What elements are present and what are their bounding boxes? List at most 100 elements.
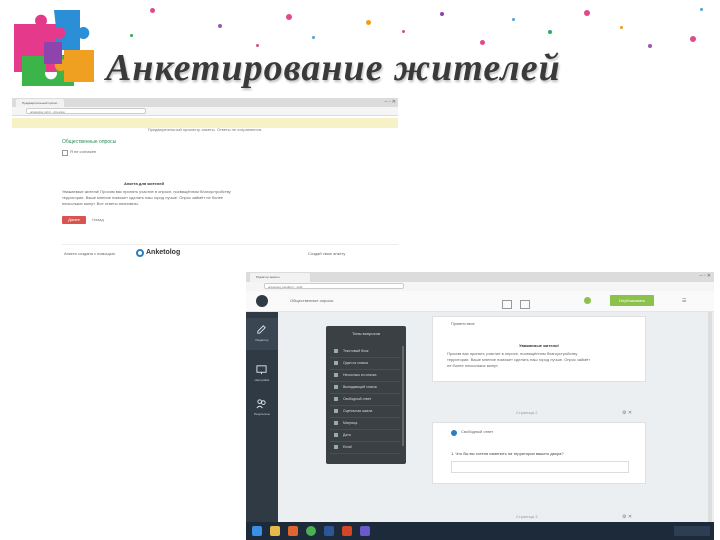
palette-item-label: Выпадающий список — [343, 385, 377, 389]
palette-item[interactable]: Оценочная шкала — [330, 406, 400, 418]
question-type-icon — [334, 421, 338, 426]
url-field[interactable]: anketolog.ru/rs/…/preview — [26, 108, 146, 114]
word-icon[interactable] — [324, 526, 334, 536]
sidebar-item-editor[interactable]: Редактор — [246, 318, 280, 350]
answer-textarea[interactable] — [451, 461, 629, 473]
survey-welcome-heading: Общественные опросы — [62, 139, 117, 145]
page-divider: Страница 3 — [516, 514, 538, 519]
url-text: anketolog.ru/editor/…/edit — [268, 285, 303, 289]
preview-banner: Предварительный просмотр анкеты. Ответы … — [12, 118, 398, 132]
question-type-icon — [334, 409, 338, 414]
toolbar-view-icons[interactable] — [502, 296, 542, 309]
tab-label: Предварительный просм… — [22, 101, 60, 105]
powerpoint-icon[interactable] — [342, 526, 352, 536]
survey-preview-screenshot: Предварительный просм… – ▫ ✕ anketolog.r… — [12, 98, 398, 263]
editor-toolbar: Общественные опросы Опубликовать ☰ — [246, 291, 714, 312]
system-tray[interactable] — [674, 526, 710, 536]
browser-tab[interactable]: Предварительный просм… — [16, 99, 64, 107]
question-text: 1. Что бы вы хотели изменить на территор… — [451, 451, 564, 456]
palette-scrollbar[interactable] — [402, 346, 404, 446]
card-line: не более нескольких минут. — [447, 363, 499, 368]
question-type-icon — [334, 385, 338, 390]
sidebar-item-label: Результаты — [254, 412, 270, 416]
browser-tab[interactable]: Редактор анкеты — [250, 273, 310, 282]
windows-taskbar — [246, 522, 714, 540]
section-heading: Анкета для жителей — [124, 181, 164, 186]
palette-item[interactable]: Выпадающий список — [330, 382, 400, 394]
preview-banner-text: Предварительный просмотр анкеты. Ответы … — [147, 127, 263, 132]
question-type-palette: Типы вопросов Текстовый блок Один из спи… — [326, 326, 406, 464]
explorer-icon[interactable] — [270, 526, 280, 536]
monitor-icon — [256, 365, 267, 375]
survey-editor-screenshot: Редактор анкеты – ▫ ✕ anketolog.ru/edito… — [246, 272, 714, 540]
page-settings-icon[interactable]: ⚙ ✕ — [622, 514, 632, 520]
browser-tab-bar: Предварительный просм… – ▫ ✕ — [12, 98, 398, 107]
palette-item[interactable]: Несколько из списка — [330, 370, 400, 382]
question-type-icon — [334, 433, 338, 438]
palette-item-label: Дата — [343, 433, 351, 437]
slide-title: Анкетирование жителей — [106, 47, 561, 89]
question-type-icon — [334, 361, 338, 366]
palette-item[interactable]: Дата — [330, 430, 400, 442]
puzzle-pieces-logo — [14, 10, 94, 86]
palette-item[interactable]: Матрица — [330, 418, 400, 430]
disagree-checkbox[interactable] — [62, 150, 68, 156]
menu-icon[interactable]: ☰ — [682, 298, 686, 304]
palette-title: Типы вопросов — [352, 331, 380, 336]
palette-item-label: Свободный ответ — [343, 397, 372, 401]
workspace-scrollbar[interactable] — [708, 312, 712, 532]
sidebar-item-label: Редактор — [255, 338, 269, 342]
question-type-icon — [334, 349, 338, 354]
footer-credit: Анкета создана с помощью — [64, 251, 115, 256]
palette-item-label: Один из списка — [343, 361, 368, 365]
palette-item[interactable]: Один из списка — [330, 358, 400, 370]
browser-tab-bar: Редактор анкеты – ▫ ✕ — [246, 272, 714, 282]
people-icon — [256, 399, 266, 409]
palette-item[interactable]: Email — [330, 442, 400, 454]
survey-name-dropdown[interactable]: Общественные опросы — [290, 298, 333, 303]
palette-item-label: Оценочная шкала — [343, 409, 373, 413]
brand-name[interactable]: Anketolog — [146, 249, 180, 256]
sidebar-item-results[interactable]: Результаты — [246, 392, 278, 424]
window-controls-icon[interactable]: – ▫ ✕ — [384, 99, 396, 105]
question-type-icon — [334, 373, 338, 378]
free-answer-question-card[interactable]: Свободный ответ 1. Что бы вы хотели изме… — [432, 422, 646, 484]
palette-item-label: Текстовый блок — [343, 349, 369, 353]
url-field[interactable]: anketolog.ru/editor/…/edit — [264, 283, 404, 289]
next-button[interactable]: Далее — [62, 216, 86, 224]
palette-item-label: Несколько из списка — [343, 373, 377, 377]
card-label: Приветствие — [451, 321, 475, 326]
welcome-text-card[interactable]: Приветствие Уважаемые жители! Просим вас… — [432, 316, 646, 382]
pencil-icon — [257, 325, 266, 334]
card-label: Свободный ответ — [461, 429, 494, 434]
start-button-icon[interactable] — [252, 526, 262, 536]
editor-sidebar: Редактор Настройки Результаты — [246, 312, 280, 532]
app-logo-icon[interactable] — [256, 295, 268, 307]
tab-label: Редактор анкеты — [256, 275, 280, 279]
sidebar-item-label: Настройки — [254, 378, 270, 382]
publish-button[interactable]: Опубликовать — [610, 295, 654, 306]
page-settings-icon[interactable]: ⚙ ✕ — [622, 410, 632, 416]
card-body: Просим вас принять участие в опросе, пос… — [447, 351, 590, 369]
palette-item[interactable]: Текстовый блок — [330, 346, 400, 358]
page-divider: Страница 2 — [516, 410, 538, 415]
palette-item-label: Email — [343, 445, 352, 449]
palette-item[interactable]: Свободный ответ — [330, 394, 400, 406]
question-badge-icon — [451, 430, 457, 436]
sidebar-item-settings[interactable]: Настройки — [246, 358, 278, 390]
url-text: anketolog.ru/rs/…/preview — [30, 110, 65, 114]
media-icon[interactable] — [288, 526, 298, 536]
palette-item-label: Матрица — [343, 421, 358, 425]
question-type-icon — [334, 397, 338, 402]
app-icon[interactable] — [360, 526, 370, 536]
window-controls-icon[interactable]: – ▫ ✕ — [699, 273, 711, 279]
chrome-icon[interactable] — [306, 526, 316, 536]
create-survey-link[interactable]: Создай свою анкету — [308, 251, 345, 256]
preview-toggle-icon[interactable] — [584, 297, 591, 304]
anketolog-logo-icon — [136, 249, 144, 257]
paragraph-line: нескольких минут. Все ответы анонимны. — [62, 201, 139, 206]
footer-divider — [62, 244, 398, 245]
question-type-icon — [334, 445, 338, 450]
address-bar: anketolog.ru/rs/…/preview — [12, 107, 398, 116]
back-link[interactable]: Назад — [90, 216, 106, 224]
